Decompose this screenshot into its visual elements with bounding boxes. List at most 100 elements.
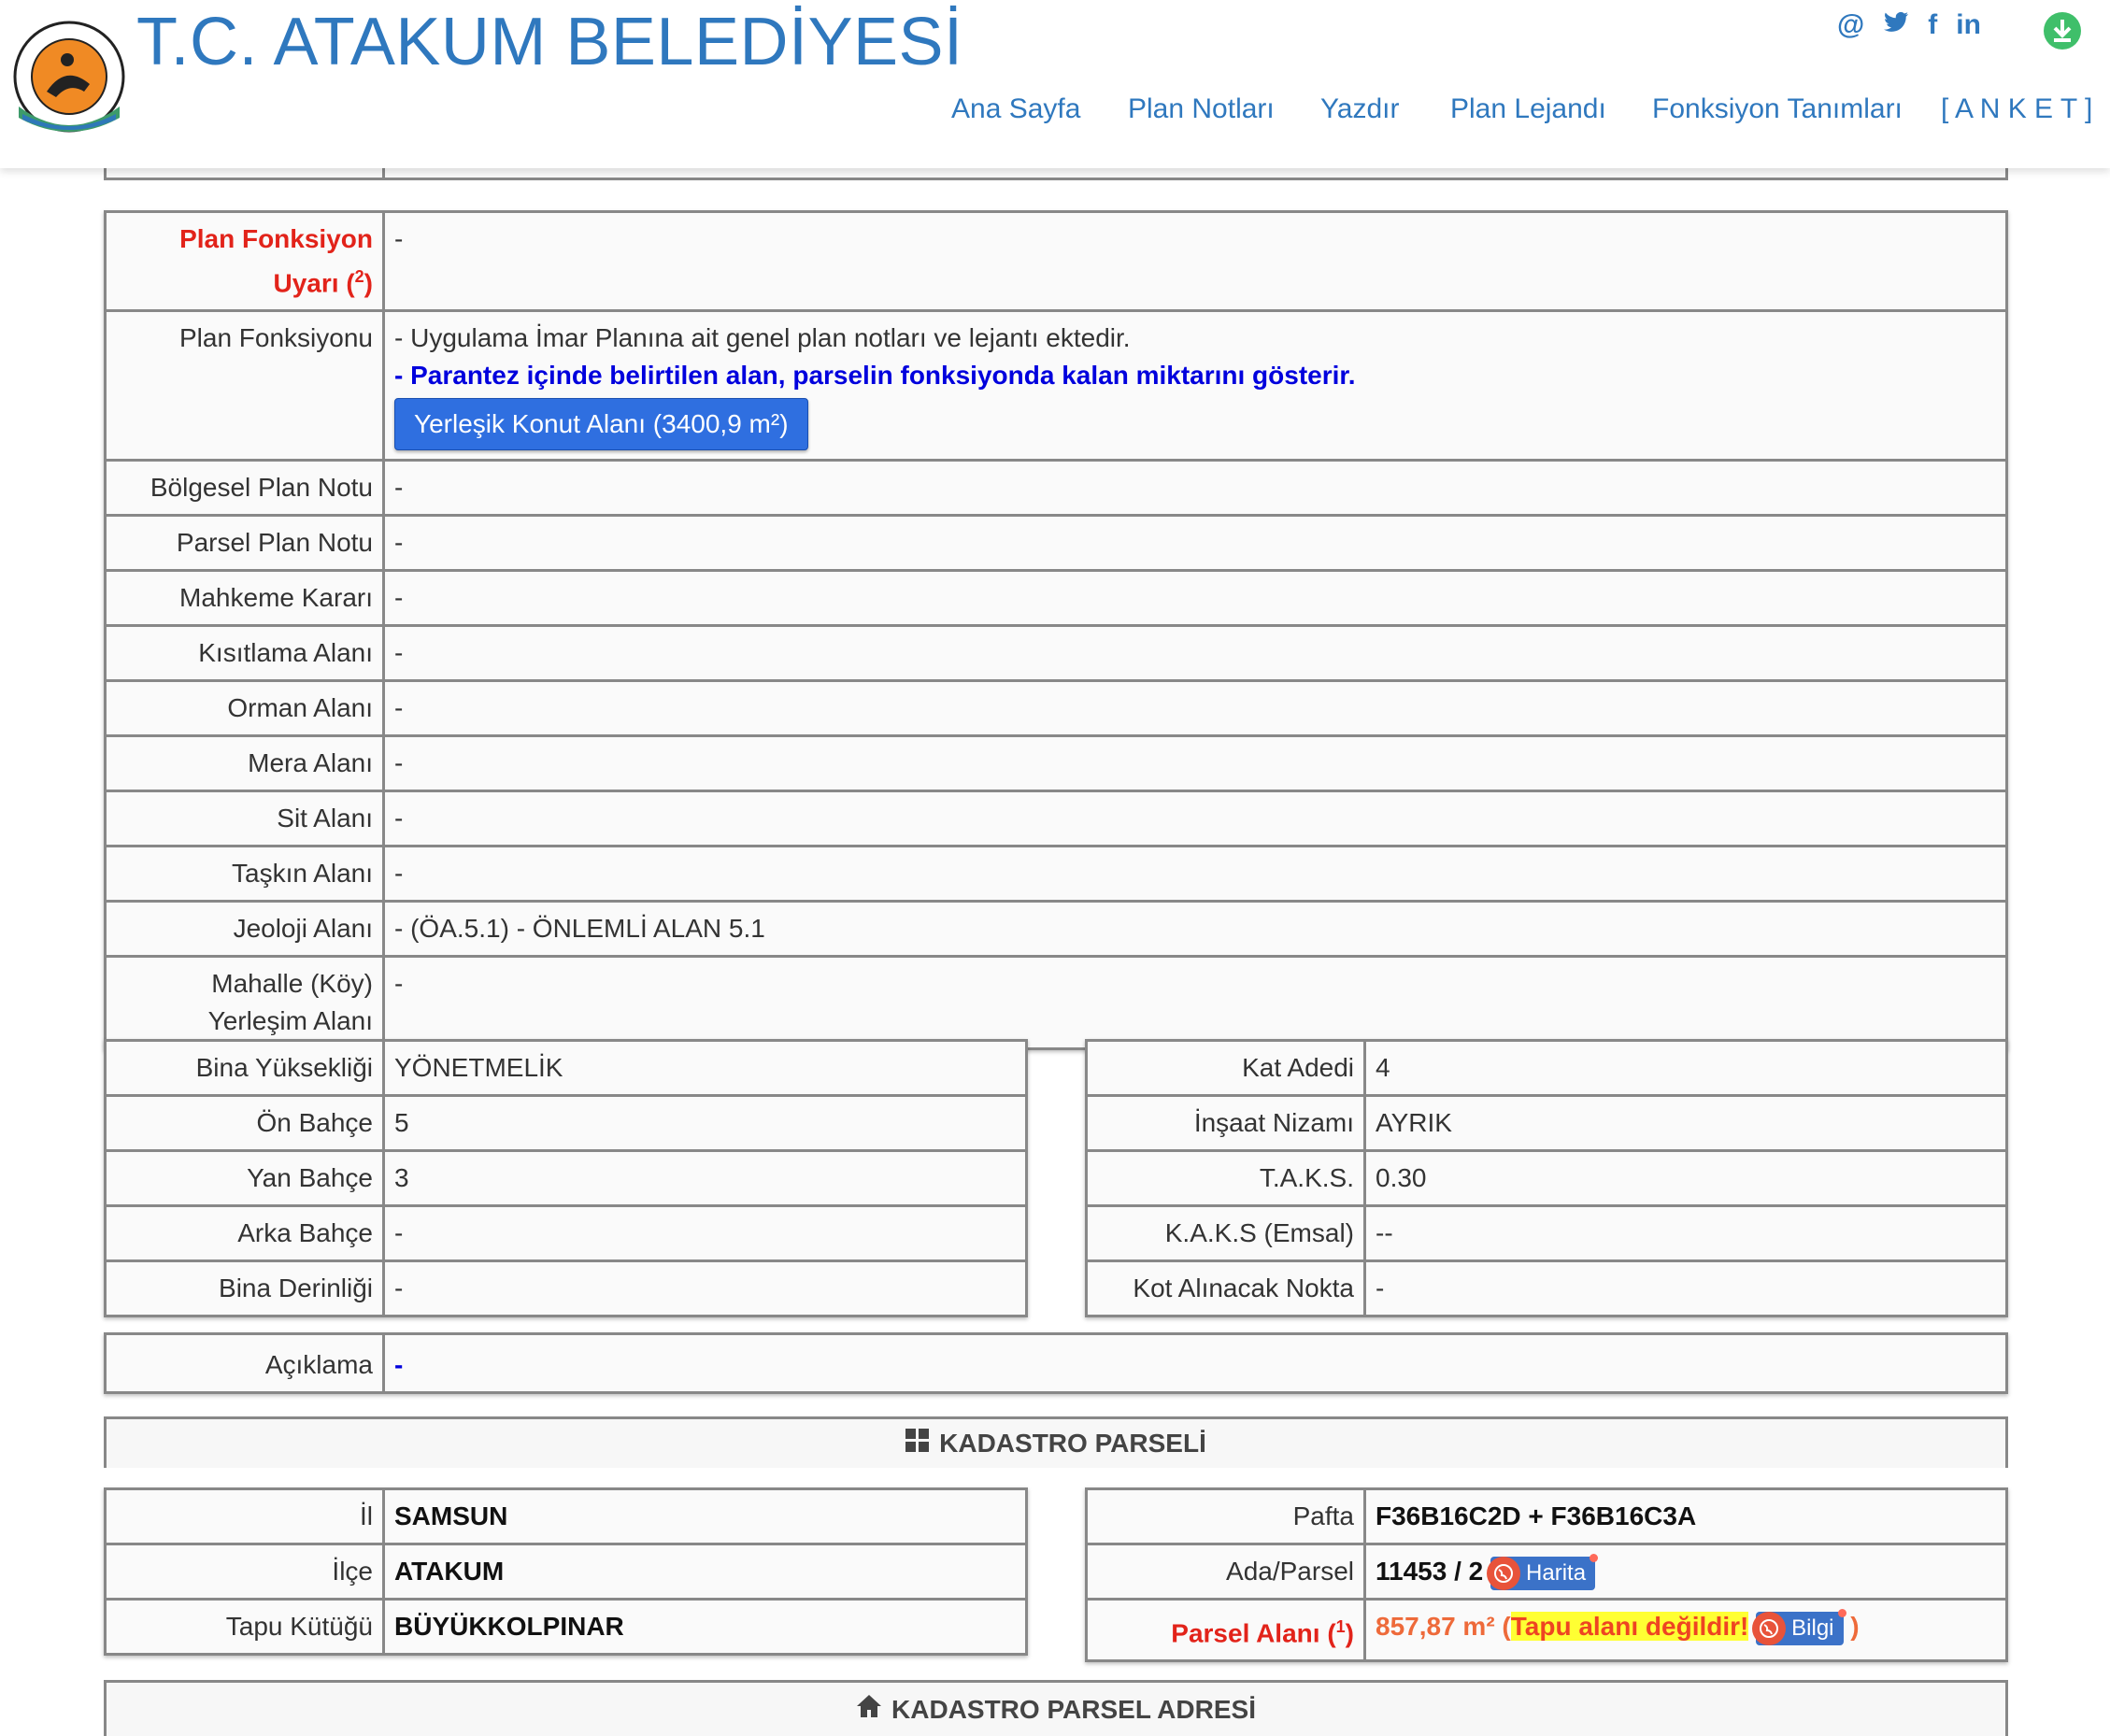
building-left-label: Bina Yüksekliği: [104, 1039, 385, 1097]
tapu-warning: Tapu alanı değildir!: [1510, 1612, 1749, 1641]
nav-plan-notlari[interactable]: Plan Notları: [1128, 93, 1275, 125]
ada-parsel-label: Ada/Parsel: [1085, 1543, 1366, 1601]
nav-yazdir[interactable]: Yazdır: [1320, 93, 1399, 125]
adres-heading: KADASTRO PARSEL ADRESİ: [104, 1680, 2008, 1736]
kadastro-left-value: ATAKUM: [382, 1543, 1028, 1601]
linkedin-icon[interactable]: in: [1956, 9, 1981, 41]
building-left-value: -: [382, 1204, 1028, 1262]
site-title[interactable]: T.C. ATAKUM BELEDİYESİ: [136, 4, 963, 80]
kadastro-right-table: Pafta F36B16C2D + F36B16C3A Ada/Parsel 1…: [1085, 1487, 2008, 1663]
nav-anket[interactable]: [ A N K E T ]: [1941, 93, 2092, 125]
table-row: Sit Alanı -: [104, 790, 2008, 848]
main-nav: Ana Sayfa Plan Notları Yazdır Plan Lejan…: [0, 93, 2110, 131]
ada-parsel-cell: 11453 / 2 Harita: [1363, 1543, 2008, 1601]
building-right-value: 0.30: [1363, 1149, 2008, 1207]
building-left-label: Arka Bahçe: [104, 1204, 385, 1262]
nav-plan-lejandi[interactable]: Plan Lejandı: [1450, 93, 1606, 125]
globe-icon: [1487, 1556, 1521, 1590]
table-row: İlçe ATAKUM: [104, 1543, 1028, 1601]
table-row: Ada/Parsel 11453 / 2 Harita: [1085, 1543, 2008, 1601]
plan-row-value: -: [382, 514, 2008, 573]
table-row: Ön Bahçe 5: [104, 1094, 1028, 1152]
aciklama-table: Açıklama -: [104, 1332, 2008, 1394]
plan-function-note: - Uygulama İmar Planına ait genel plan n…: [394, 323, 1131, 353]
bilgi-label: Bilgi: [1791, 1615, 1834, 1641]
nav-fonksiyon-tanimlari[interactable]: Fonksiyon Tanımları: [1652, 93, 1903, 125]
plan-row-label: Sit Alanı: [104, 790, 385, 848]
parsel-alani-close: ): [1850, 1612, 1860, 1641]
building-right-label: K.A.K.S (Emsal): [1085, 1204, 1366, 1262]
plan-info-table: Plan Fonksiyon Uyarı (2) - Plan Fonksiyo…: [104, 209, 2008, 1051]
page-header: T.C. ATAKUM BELEDİYESİ @ f in Ana Sayfa …: [0, 0, 2110, 168]
table-row: Kısıtlama Alanı -: [104, 624, 2008, 683]
kadastro-left-rows: İl SAMSUN İlçe ATAKUM Tapu Kütüğü BÜYÜKKOLPIN…: [104, 1487, 1028, 1656]
plan-row-value: -: [382, 459, 2008, 518]
mahalle-label: Mahalle (Köy) Yerleşim Alanı: [104, 955, 385, 1051]
table-row: Arka Bahçe -: [104, 1204, 1028, 1262]
table-row: Parsel Plan Notu -: [104, 514, 2008, 573]
kadastro-left-value: BÜYÜKKOLPINAR: [382, 1598, 1028, 1656]
kadastro-left-table: İl SAMSUN İlçe ATAKUM Tapu Kütüğü BÜYÜKKOLPIN…: [104, 1487, 1028, 1656]
nav-ana-sayfa[interactable]: Ana Sayfa: [951, 93, 1080, 125]
table-row: Kot Alınacak Nokta -: [1085, 1259, 2008, 1317]
table-row: Parsel Alanı (1) 857,87 m² (Tapu alanı d…: [1085, 1597, 2008, 1663]
table-row: Bina Derinliği -: [104, 1259, 1028, 1317]
kadastro-heading: KADASTRO PARSELİ: [104, 1416, 2008, 1468]
plan-row-value: -: [382, 734, 2008, 793]
harita-label: Harita: [1526, 1559, 1587, 1586]
plan-row-label: Jeoloji Alanı: [104, 900, 385, 959]
building-right-value: 4: [1363, 1039, 2008, 1097]
building-right-label: Kat Adedi: [1085, 1039, 1366, 1097]
building-left-label: Yan Bahçe: [104, 1149, 385, 1207]
plan-function-button[interactable]: Yerleşik Konut Alanı (3400,9 m²): [394, 398, 808, 451]
table-row: Mera Alanı -: [104, 734, 2008, 793]
building-left-value: -: [382, 1259, 1028, 1317]
table-row: Bina Yüksekliği YÖNETMELİK: [104, 1039, 1028, 1097]
bilgi-button[interactable]: Bilgi: [1752, 1608, 1846, 1645]
plan-row-value: - (ÖA.5.1) - ÖNLEMLİ ALAN 5.1: [382, 900, 2008, 959]
plan-warning-label: Plan Fonksiyon Uyarı (2): [104, 209, 385, 313]
grid-icon: [905, 1428, 930, 1459]
table-row: Jeoloji Alanı - (ÖA.5.1) - ÖNLEMLİ ALAN 5…: [104, 900, 2008, 959]
plan-function-cell: - Uygulama İmar Planına ait genel plan n…: [382, 309, 2008, 462]
building-right-rows: Kat Adedi 4 İnşaat Nizamı AYRIK T.A.K.S. 0.30…: [1085, 1039, 2008, 1317]
plan-row-value: -: [382, 845, 2008, 904]
harita-button[interactable]: Harita: [1487, 1553, 1599, 1590]
building-left-rows: Bina Yüksekliği YÖNETMELİK Ön Bahçe 5 Yan Ba…: [104, 1039, 1028, 1317]
twitter-icon[interactable]: [1883, 9, 1909, 41]
kadastro-heading-text: KADASTRO PARSELİ: [939, 1429, 1206, 1458]
plan-row-value: -: [382, 679, 2008, 738]
pafta-value: F36B16C2D + F36B16C3A: [1363, 1487, 2008, 1545]
notification-dot: [1590, 1553, 1599, 1562]
aciklama-value: -: [382, 1332, 2008, 1394]
download-icon[interactable]: [2043, 11, 2082, 50]
building-left-value: YÖNETMELİK: [382, 1039, 1028, 1097]
plan-row-label: Taşkın Alanı: [104, 845, 385, 904]
table-row: Orman Alanı -: [104, 679, 2008, 738]
table-row: İnşaat Nizamı AYRIK: [1085, 1094, 2008, 1152]
ada-parsel-value: 11453 / 2: [1376, 1557, 1484, 1586]
plan-row-label: Bölgesel Plan Notu: [104, 459, 385, 518]
kadastro-left-label: İlçe: [104, 1543, 385, 1601]
kadastro-left-label: İl: [104, 1487, 385, 1545]
table-row: Açıklama -: [104, 1332, 2008, 1394]
plan-row-label: Mera Alanı: [104, 734, 385, 793]
table-row: Mahalle (Köy) Yerleşim Alanı -: [104, 955, 2008, 1051]
social-links: @ f in: [1837, 9, 1981, 41]
table-row: Plan Fonksiyonu - Uygulama İmar Planına …: [104, 309, 2008, 462]
building-left-label: Ön Bahçe: [104, 1094, 385, 1152]
table-row: Bölgesel Plan Notu -: [104, 459, 2008, 518]
notification-dot: [1837, 1608, 1846, 1617]
building-left-value: 5: [382, 1094, 1028, 1152]
plan-row-label: Mahkeme Kararı: [104, 569, 385, 628]
facebook-icon[interactable]: f: [1928, 9, 1937, 41]
plan-function-blue-note: - Parantez içinde belirtilen alan, parse…: [394, 361, 1356, 391]
table-row: Tapu Kütüğü BÜYÜKKOLPINAR: [104, 1598, 1028, 1656]
home-icon: [856, 1694, 882, 1725]
building-right-label: Kot Alınacak Nokta: [1085, 1259, 1366, 1317]
parsel-alani-value: 857,87 m² (: [1376, 1612, 1511, 1641]
adres-heading-text: KADASTRO PARSEL ADRESİ: [891, 1694, 1256, 1724]
at-icon[interactable]: @: [1837, 9, 1864, 41]
table-row: Yan Bahçe 3: [104, 1149, 1028, 1207]
table-row: Plan Fonksiyon Uyarı (2) -: [104, 209, 2008, 313]
